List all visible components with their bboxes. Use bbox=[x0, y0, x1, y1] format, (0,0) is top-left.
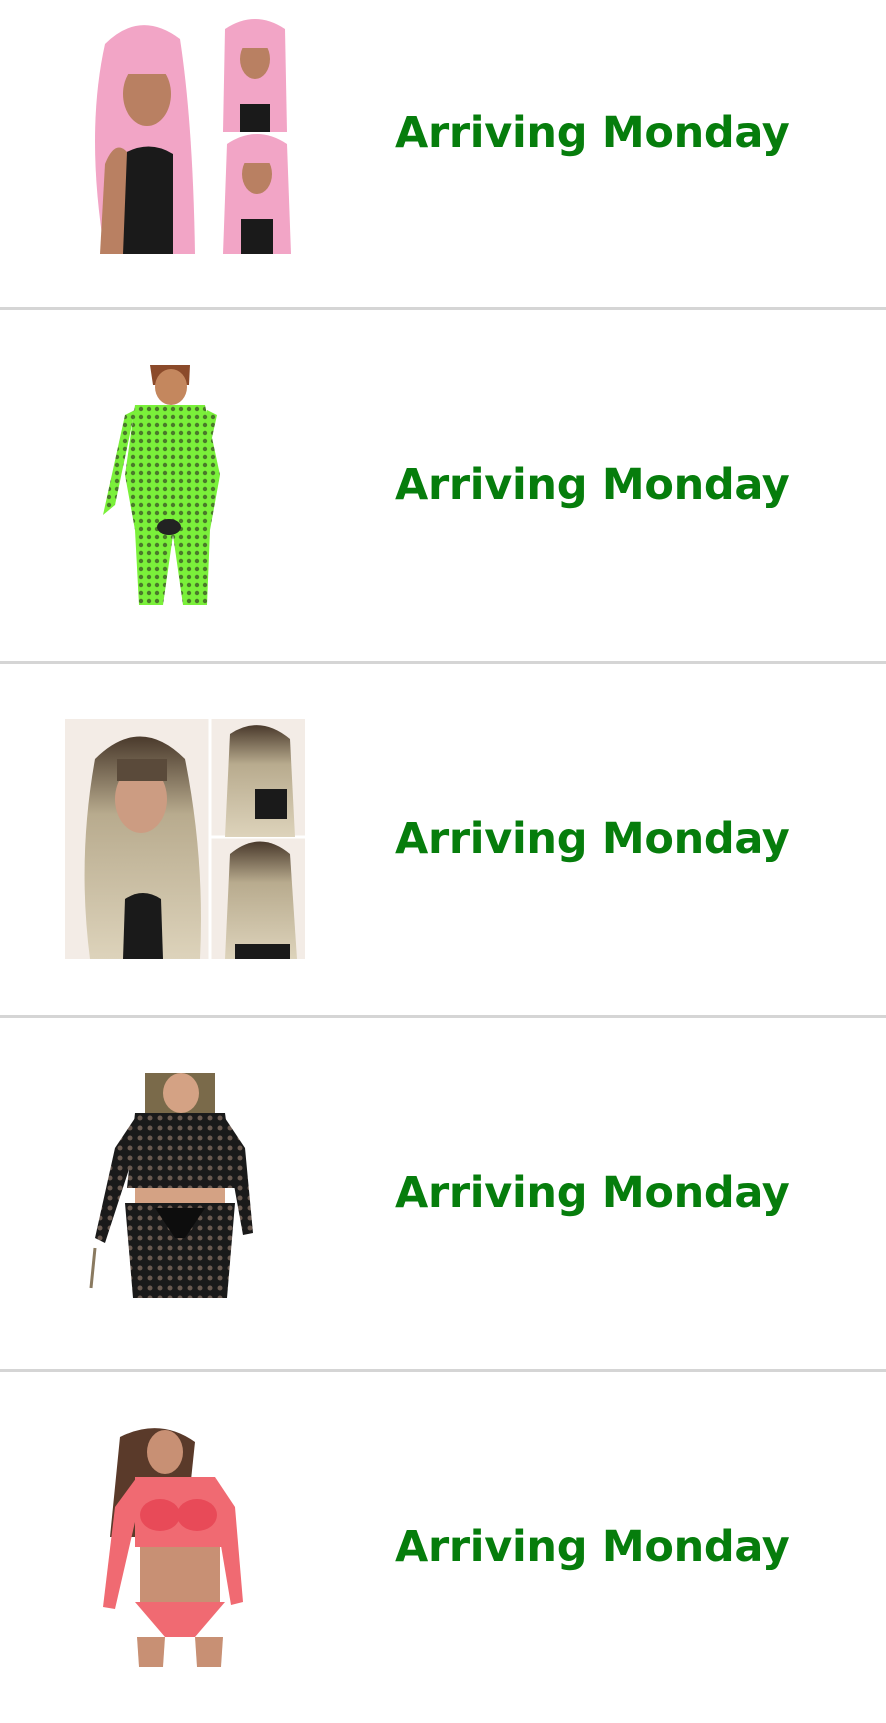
order-item[interactable]: Arriving Monday bbox=[0, 0, 886, 310]
order-list: Arriving Monday Arriving Monday Arriving… bbox=[0, 0, 886, 1723]
delivery-status: Arriving Monday bbox=[395, 108, 790, 158]
delivery-status: Arriving Monday bbox=[395, 460, 790, 510]
ombre-wig-icon bbox=[65, 719, 305, 959]
pink-wig-product-image[interactable] bbox=[65, 14, 305, 254]
fishnet-bodystocking-icon bbox=[65, 365, 305, 605]
order-item[interactable]: Arriving Monday bbox=[0, 1018, 886, 1372]
green-fishnet-bodystocking-product-image[interactable] bbox=[65, 365, 305, 605]
order-item[interactable]: Arriving Monday bbox=[0, 664, 886, 1018]
pink-wig-icon bbox=[65, 14, 305, 254]
pink-lingerie-set-icon bbox=[65, 1427, 305, 1667]
black-lace-set-product-image[interactable] bbox=[65, 1073, 305, 1313]
order-item[interactable]: Arriving Monday bbox=[0, 310, 886, 664]
order-item[interactable]: Arriving Monday bbox=[0, 1372, 886, 1723]
delivery-status: Arriving Monday bbox=[395, 1168, 790, 1218]
black-lace-set-icon bbox=[65, 1073, 305, 1313]
delivery-status: Arriving Monday bbox=[395, 1522, 790, 1572]
pink-lingerie-set-product-image[interactable] bbox=[65, 1427, 305, 1667]
delivery-status: Arriving Monday bbox=[395, 814, 790, 864]
ombre-wig-product-image[interactable] bbox=[65, 719, 305, 959]
